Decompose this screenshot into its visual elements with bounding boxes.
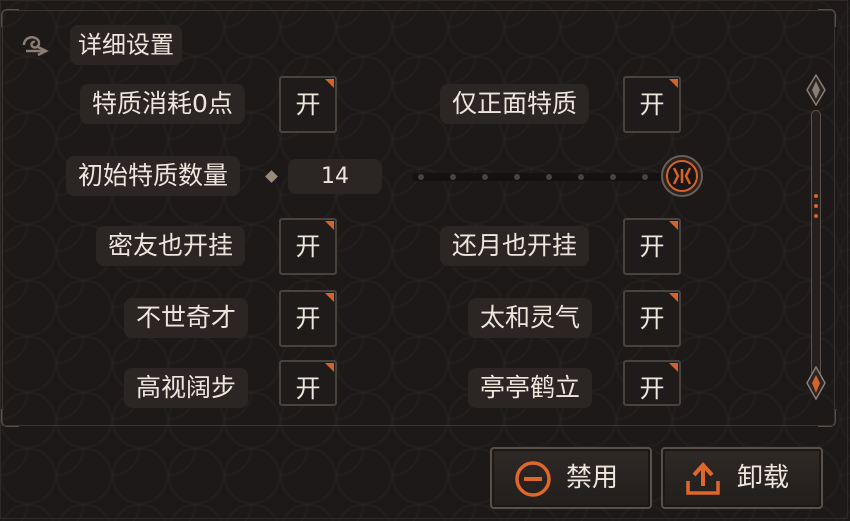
slider-track[interactable] <box>412 173 674 181</box>
disable-button[interactable]: 禁用 <box>490 447 652 509</box>
toggle-crane-stance[interactable]: 开 <box>623 360 681 406</box>
scrollbar[interactable] <box>806 74 826 404</box>
unload-button[interactable]: 卸载 <box>661 447 823 509</box>
option-label-taihe-aura: 太和灵气 <box>468 298 593 338</box>
scroll-up-icon[interactable] <box>806 74 826 106</box>
slider-label-initial-traits: 初始特质数量 <box>66 156 241 196</box>
option-label-trait-cost-zero: 特质消耗0点 <box>80 84 245 124</box>
section-title: 详细设置 <box>70 25 182 65</box>
slider-knob[interactable] <box>660 154 704 198</box>
option-label-peerless-talent: 不世奇才 <box>124 298 249 338</box>
scrollbar-thumb[interactable] <box>811 110 821 380</box>
option-label-friend-cheat: 密友也开挂 <box>96 226 246 266</box>
option-label-crane-stance: 亭亭鹤立 <box>468 368 593 408</box>
option-label-positive-only: 仅正面特质 <box>440 84 590 124</box>
toggle-positive-only[interactable]: 开 <box>623 76 681 133</box>
settings-emblem-icon <box>22 36 49 57</box>
toggle-peerless-talent[interactable]: 开 <box>279 290 337 347</box>
minus-circle-icon <box>515 461 551 497</box>
scroll-down-icon[interactable] <box>806 366 826 400</box>
slider-value[interactable]: 14 <box>288 159 382 194</box>
footer-divider <box>2 425 835 426</box>
toggle-huanyue-cheat[interactable]: 开 <box>623 218 681 275</box>
toggle-proud-stride[interactable]: 开 <box>279 360 337 406</box>
settings-panel <box>1 9 836 427</box>
toggle-taihe-aura[interactable]: 开 <box>623 290 681 347</box>
unload-button-label: 卸载 <box>737 463 790 493</box>
toggle-trait-cost-zero[interactable]: 开 <box>279 76 337 133</box>
upload-icon <box>686 462 720 495</box>
toggle-friend-cheat[interactable]: 开 <box>279 218 337 275</box>
option-label-huanyue-cheat: 还月也开挂 <box>440 226 590 266</box>
disable-button-label: 禁用 <box>566 463 619 493</box>
option-label-proud-stride: 高视阔步 <box>124 368 249 408</box>
